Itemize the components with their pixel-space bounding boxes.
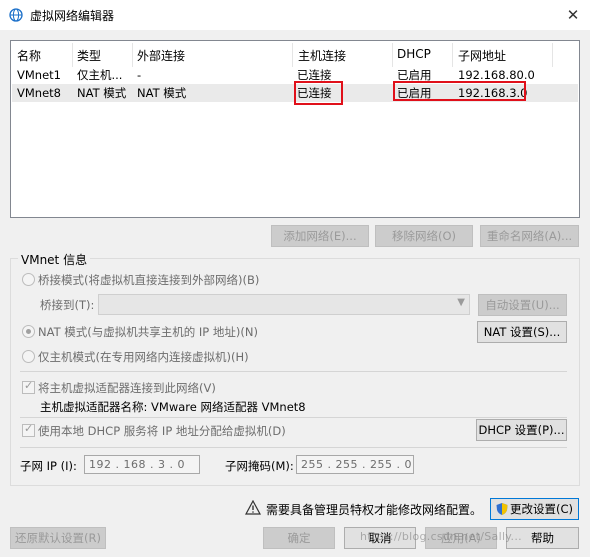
table-cell[interactable]: - — [137, 67, 141, 83]
admin-notice-text: 需要具备管理员特权才能修改网络配置。 — [266, 503, 483, 517]
column-header-external[interactable]: 外部连接 — [137, 47, 185, 63]
ok-button[interactable]: 确定 — [263, 527, 335, 549]
column-divider — [72, 43, 73, 67]
table-cell[interactable]: 仅主机... — [77, 67, 122, 83]
nat-mode-label[interactable]: NAT 模式(与虚拟机共享主机的 IP 地址)(N) — [38, 324, 258, 340]
subnet-ip-input[interactable]: 192 . 168 . 3 . 0 — [84, 455, 200, 474]
section-divider — [20, 371, 567, 372]
connect-adapter-label[interactable]: 将主机虚拟适配器连接到此网络(V) — [38, 380, 216, 396]
close-icon[interactable]: ✕ — [562, 4, 584, 26]
section-divider — [20, 447, 567, 448]
nat-mode-radio[interactable] — [22, 325, 35, 338]
column-header-type[interactable]: 类型 — [77, 47, 101, 63]
warning-icon — [245, 500, 261, 515]
change-settings-button[interactable]: 更改设置(C) — [490, 498, 579, 520]
remove-network-button[interactable]: 移除网络(O) — [375, 225, 473, 247]
use-dhcp-checkbox[interactable] — [22, 422, 35, 437]
column-divider — [132, 43, 133, 67]
chevron-down-icon: ▼ — [457, 297, 465, 308]
vmnet-info-label: VMnet 信息 — [18, 251, 91, 268]
table-cell[interactable]: VMnet1 — [17, 67, 61, 83]
column-header-subnet[interactable]: 子网地址 — [458, 47, 506, 63]
column-header-name[interactable]: 名称 — [17, 47, 41, 63]
host-only-radio[interactable] — [22, 350, 35, 363]
column-divider — [292, 43, 293, 67]
column-header-host[interactable]: 主机连接 — [298, 47, 346, 63]
bridged-mode-radio[interactable] — [22, 273, 35, 286]
table-cell[interactable]: NAT 模式 — [137, 85, 186, 101]
adapter-name-text: 主机虚拟适配器名称: VMware 网络适配器 VMnet8 — [40, 400, 306, 414]
host-only-label[interactable]: 仅主机模式(在专用网络内连接虚拟机)(H) — [38, 349, 249, 365]
network-globe-icon — [9, 8, 23, 22]
auto-settings-button[interactable]: 自动设置(U)... — [478, 294, 567, 316]
subnet-mask-input[interactable]: 255 . 255 . 255 . 0 — [296, 455, 414, 474]
table-cell[interactable]: VMnet8 — [17, 85, 61, 101]
bridged-mode-label[interactable]: 桥接模式(将虚拟机直接连接到外部网络)(B) — [38, 272, 259, 288]
rename-network-button[interactable]: 重命名网络(A)... — [480, 225, 579, 247]
column-divider — [392, 43, 393, 67]
column-header-dhcp[interactable]: DHCP — [397, 47, 431, 63]
highlight-box-host-connection — [294, 81, 343, 105]
column-divider — [552, 43, 553, 67]
dhcp-settings-button[interactable]: DHCP 设置(P)... — [476, 419, 567, 441]
restore-defaults-button[interactable]: 还原默认设置(R) — [10, 527, 106, 549]
watermark-text: https://blog.csdn.net/Sally... — [360, 530, 522, 543]
uac-shield-icon — [496, 503, 508, 515]
change-settings-label: 更改设置(C) — [509, 502, 573, 516]
bridged-to-select[interactable]: ▼ — [98, 294, 470, 315]
window-title: 虚拟网络编辑器 — [30, 9, 115, 23]
subnet-ip-label: 子网 IP (I): — [20, 459, 77, 473]
table-cell[interactable]: NAT 模式 — [77, 85, 126, 101]
connect-adapter-checkbox[interactable] — [22, 379, 35, 394]
vmnet-info-group — [10, 258, 580, 486]
bridged-to-label: 桥接到(T): — [40, 298, 95, 312]
use-dhcp-label[interactable]: 使用本地 DHCP 服务将 IP 地址分配给虚拟机(D) — [38, 423, 286, 439]
add-network-button[interactable]: 添加网络(E)... — [271, 225, 369, 247]
nat-settings-button[interactable]: NAT 设置(S)... — [477, 321, 567, 343]
column-divider — [452, 43, 453, 67]
highlight-box-dhcp-subnet — [393, 81, 526, 101]
section-divider — [20, 417, 567, 418]
subnet-mask-label: 子网掩码(M): — [225, 459, 294, 473]
network-list[interactable]: 名称 类型 外部连接 主机连接 DHCP 子网地址 VMnet1 仅主机... … — [10, 40, 580, 218]
